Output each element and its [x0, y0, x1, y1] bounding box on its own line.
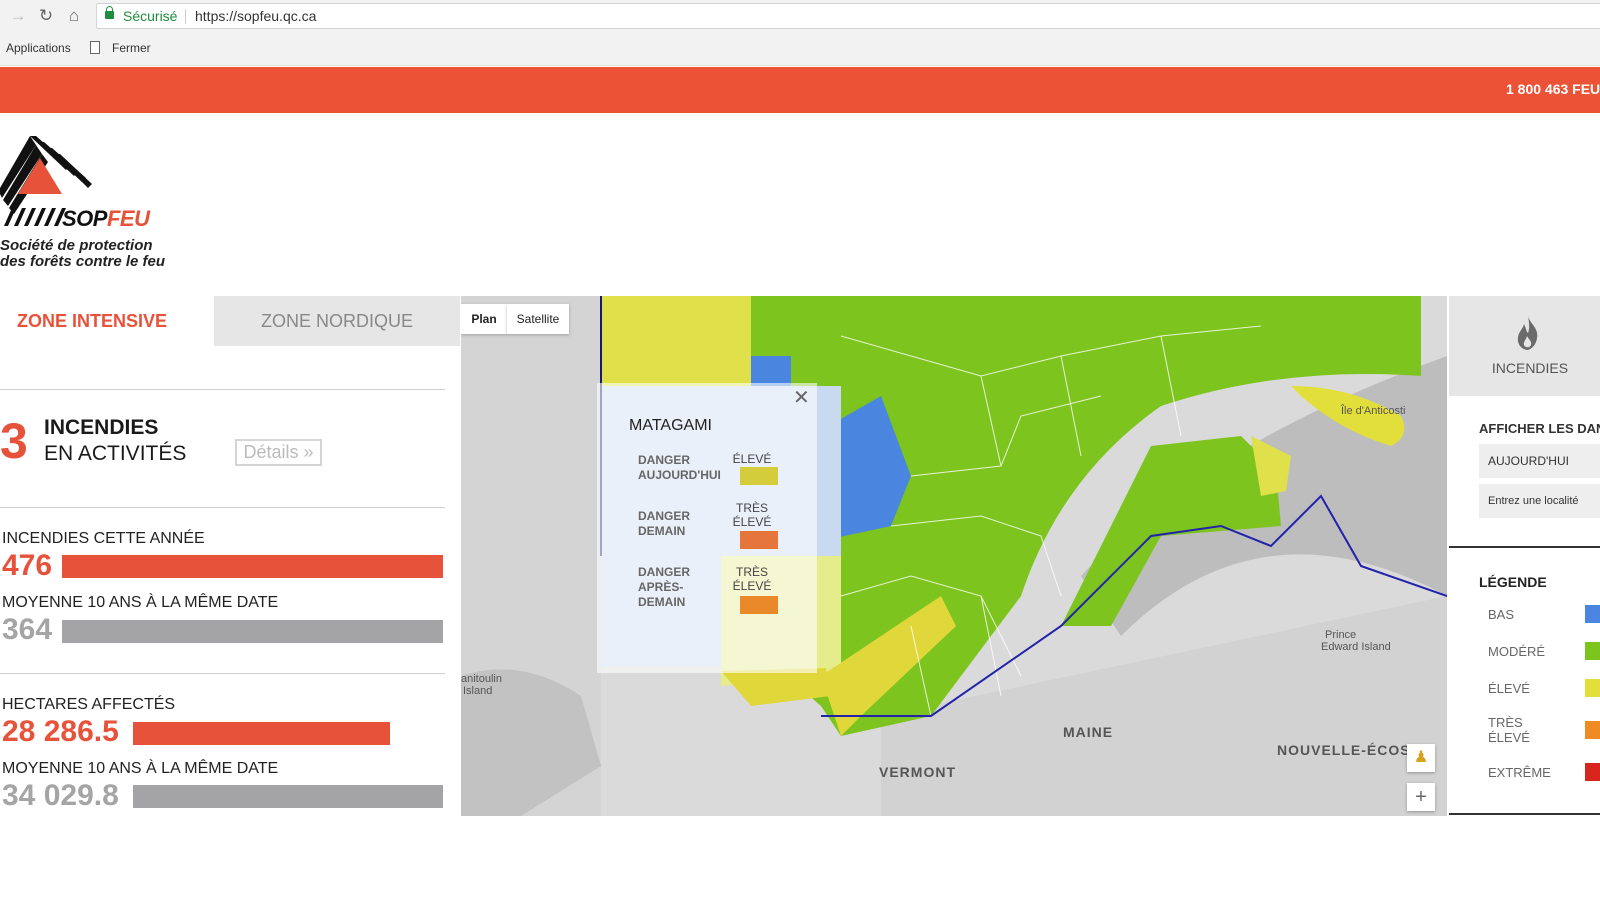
close-icon[interactable]: ✕ — [793, 385, 810, 410]
fires-avg-label: MOYENNE 10 ANS À LA MÊME DATE — [2, 594, 279, 611]
popup-row-label: DANGER APRÈS- DEMAIN — [638, 565, 691, 609]
fires-avg-value: 364 — [2, 613, 53, 646]
divider — [1449, 546, 1600, 548]
active-fires-label: INCENDIES — [44, 416, 159, 439]
popup-row-swatch — [740, 531, 778, 549]
fires-filter-label: INCENDIES — [1491, 360, 1569, 376]
legend-item-label: EXTRÊME — [1488, 765, 1551, 780]
lock-icon — [105, 6, 114, 19]
label-nova-scotia: NOUVELLE-ÉCOS — [1277, 742, 1411, 758]
logo-subtitle: Société de protection des forêts contre … — [0, 237, 166, 270]
map-type-plan[interactable]: Plan — [461, 304, 507, 334]
zone-info-popup: ✕ MATAGAMI DANGER AUJOURD'HUI ÉLEVÉ DANGE… — [597, 383, 817, 673]
zone-tabs: ZONE INTENSIVE ZONE NORDIQUE — [0, 296, 460, 346]
tab-zone-nordique[interactable]: ZONE NORDIQUE — [214, 296, 460, 346]
fires-year-bar — [62, 555, 443, 578]
top-banner: 1 800 463 FEU — [0, 67, 1600, 113]
popup-title: MATAGAMI — [629, 417, 712, 434]
page-icon — [90, 41, 100, 54]
legend-item-label: MODÉRÉ — [1488, 644, 1546, 659]
legend-swatch — [1585, 721, 1600, 739]
tab-zone-intensive[interactable]: ZONE INTENSIVE — [0, 296, 214, 346]
logo-name: SOPFEU — [62, 206, 150, 231]
browser-address-bar: → ↻ ⌂ Sécurisé https://sopfeu.qc.ca — [0, 0, 1600, 32]
divider — [0, 507, 445, 508]
hectares-avg-label: MOYENNE 10 ANS À LA MÊME DATE — [2, 760, 279, 777]
legend-item-label: TRÈS ÉLEVÉ — [1488, 715, 1530, 745]
popup-row-value: TRÈS ÉLEVÉ — [732, 565, 772, 593]
popup-row-swatch — [740, 596, 778, 614]
active-fires-sublabel: EN ACTIVITÉS — [44, 442, 187, 465]
popup-row-value: ÉLEVÉ — [732, 452, 772, 466]
label-manitoulin-1: anitoulin — [461, 673, 502, 685]
divider — [1449, 813, 1600, 815]
hectares-value: 28 286.5 — [2, 715, 119, 748]
legend-title: LÉGENDE — [1479, 574, 1547, 590]
day-select[interactable]: AUJOURD'HUI — [1479, 444, 1600, 478]
reload-icon[interactable]: ↻ — [36, 6, 56, 26]
popup-row-swatch — [740, 467, 778, 485]
flame-icon — [1517, 316, 1538, 350]
hectares-label: HECTARES AFFECTÉS — [2, 696, 176, 713]
fires-avg-bar — [62, 620, 443, 643]
secure-label: Sécurisé — [123, 8, 178, 24]
legend-swatch — [1585, 679, 1600, 697]
popup-row-label: DANGER DEMAIN — [638, 509, 691, 538]
popup-row-value: TRÈS ÉLEVÉ — [732, 501, 772, 529]
divider — [0, 673, 445, 674]
legend-item-label: BAS — [1488, 607, 1515, 622]
locality-input[interactable]: Entrez une localité — [1479, 484, 1600, 518]
label-maine: MAINE — [1063, 724, 1114, 740]
bookmark-applications[interactable]: Applications — [6, 41, 71, 55]
label-pei-2: Edward Island — [1321, 641, 1391, 653]
divider — [0, 389, 445, 390]
legend-item-label: ÉLEVÉ — [1488, 681, 1530, 696]
legend-swatch — [1585, 763, 1600, 781]
hectares-bar — [133, 722, 390, 745]
legend-swatch — [1585, 605, 1600, 623]
label-manitoulin-2: Island — [463, 685, 493, 697]
sopfeu-logo[interactable]: SOPFEU Société de protection des forêts … — [0, 136, 200, 271]
hectares-avg-value: 34 029.8 — [2, 779, 119, 812]
url-field[interactable]: Sécurisé https://sopfeu.qc.ca — [96, 3, 1600, 29]
bookmark-fermer[interactable]: Fermer — [112, 41, 151, 55]
phone-number[interactable]: 1 800 463 FEU — [1506, 81, 1600, 97]
fires-filter-button[interactable]: INCENDIES — [1449, 296, 1600, 396]
popup-row-label: DANGER AUJOURD'HUI — [638, 453, 721, 482]
active-fires-count: 3 — [0, 413, 28, 469]
street-view-pegman-icon[interactable]: ♟ — [1407, 744, 1435, 772]
label-vermont: VERMONT — [879, 764, 956, 780]
bookmarks-bar: Applications Fermer — [0, 32, 1600, 66]
home-icon[interactable]: ⌂ — [64, 6, 84, 26]
fires-year-value: 476 — [2, 549, 53, 582]
danger-map[interactable]: Plan Satellite Île d'Anticosti Prince Ed… — [461, 296, 1447, 816]
url-text[interactable]: https://sopfeu.qc.ca — [195, 8, 316, 24]
label-anticosti: Île d'Anticosti — [1341, 405, 1406, 417]
details-button[interactable]: Détails » — [235, 439, 322, 466]
show-dangers-label: AFFICHER LES DANGERS — [1479, 421, 1600, 436]
hectares-avg-bar — [133, 785, 443, 808]
legend-swatch — [1585, 642, 1600, 660]
back-arrow-icon[interactable]: → — [8, 6, 28, 26]
zoom-in-button[interactable]: + — [1407, 783, 1435, 811]
label-pei-1: Prince — [1325, 629, 1357, 641]
fires-year-label: INCENDIES CETTE ANNÉE — [2, 530, 205, 547]
map-type-satellite[interactable]: Satellite — [507, 304, 569, 334]
